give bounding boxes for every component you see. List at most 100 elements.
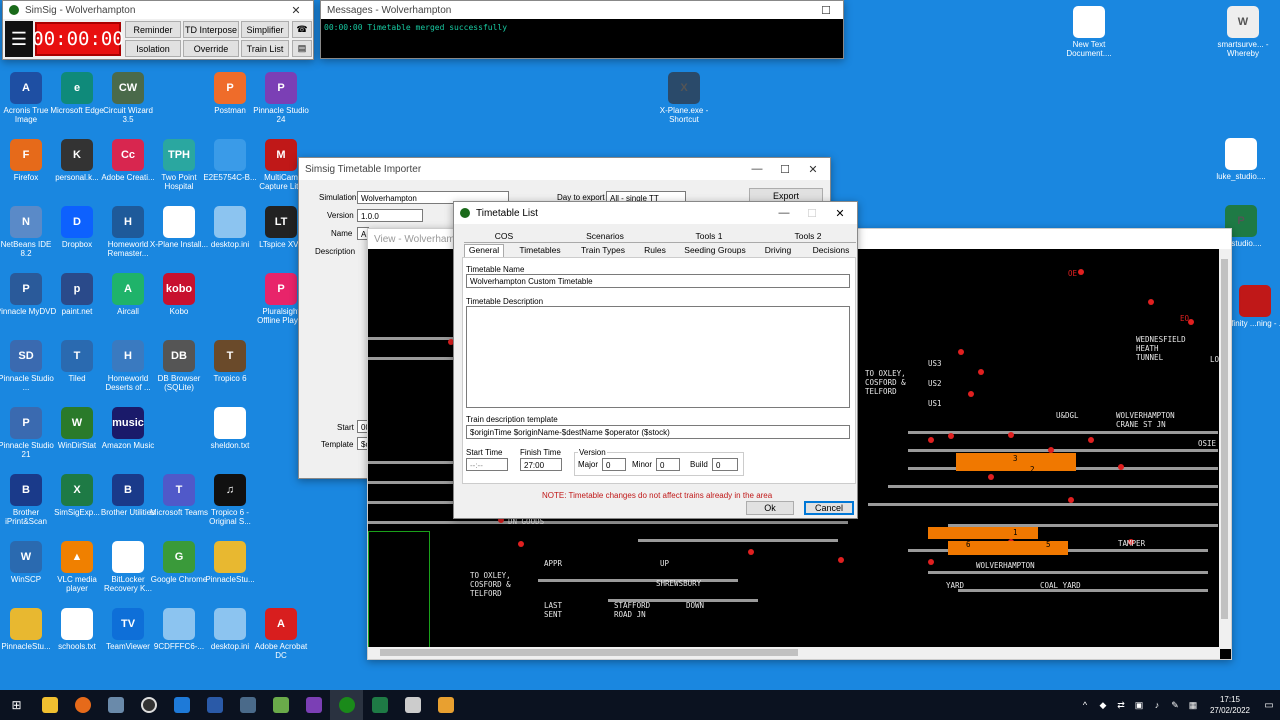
- phone-icon[interactable]: ☎: [292, 21, 312, 38]
- desktop-icon-label: PinnacleStu...: [205, 575, 255, 584]
- desktop-icon-label: Amazon Music: [101, 441, 155, 450]
- close-icon[interactable]: ✕: [802, 163, 824, 176]
- file-explorer-icon[interactable]: [33, 690, 66, 720]
- build-stepper[interactable]: 0: [712, 458, 738, 471]
- timetable-name-input[interactable]: Wolverhampton Custom Timetable: [466, 274, 850, 288]
- excel-icon[interactable]: [363, 690, 396, 720]
- minimize-icon[interactable]: —: [746, 163, 768, 175]
- xplane-icon[interactable]: [231, 690, 264, 720]
- desktop-icon[interactable]: X X-Plane.exe - Shortcut: [653, 72, 715, 124]
- start-icon[interactable]: ⊞: [0, 690, 33, 720]
- map-label-appr: APPR: [544, 559, 563, 568]
- tab-tools-1[interactable]: Tools 1: [664, 231, 754, 241]
- clock[interactable]: 17:15 27/02/2022: [1202, 694, 1258, 716]
- map-horizontal-scrollbar[interactable]: [368, 647, 1220, 659]
- tab-general[interactable]: General: [464, 244, 504, 257]
- map-label-oxley-top: TO OXLEY, COSFORD & TELFORD: [865, 369, 906, 396]
- major-stepper[interactable]: 0: [602, 458, 626, 471]
- timetable-description-textarea[interactable]: [466, 306, 850, 408]
- override-button[interactable]: Override: [183, 40, 239, 57]
- sim-clock[interactable]: 00:00:00: [32, 22, 124, 56]
- td-interpose-button[interactable]: TD Interpose: [183, 21, 239, 38]
- platform-1: [928, 527, 1038, 539]
- desktop-icon[interactable]: A Adobe Acrobat DC: [250, 608, 312, 660]
- desktop-icon[interactable]: New Text Document....: [1058, 6, 1120, 58]
- desktop-icon[interactable]: P Pinnacle Studio 24: [250, 72, 312, 124]
- teamviewer-tray-icon[interactable]: ⇄: [1112, 690, 1130, 720]
- app-icon: A: [265, 608, 297, 640]
- remote-desktop-icon[interactable]: [396, 690, 429, 720]
- desktop-icon[interactable]: sheldon.txt: [199, 407, 261, 450]
- visual-studio-code-icon[interactable]: [165, 690, 198, 720]
- signal: [948, 433, 954, 439]
- tab-scenarios[interactable]: Scenarios: [554, 231, 656, 241]
- notifications-icon[interactable]: ▭: [1258, 690, 1280, 720]
- tab-cos[interactable]: COS: [466, 231, 542, 241]
- simplifier-button[interactable]: Simplifier: [241, 21, 289, 38]
- map-vertical-scrollbar[interactable]: [1219, 249, 1231, 649]
- tab-tools-2[interactable]: Tools 2: [762, 231, 854, 241]
- track-segment: [368, 357, 458, 360]
- archive-icon[interactable]: [429, 690, 462, 720]
- tab-rules[interactable]: Rules: [640, 245, 670, 255]
- desktop-icon[interactable]: luke_studio....: [1210, 138, 1272, 181]
- train-list-button[interactable]: Train List: [241, 40, 289, 57]
- desktop-icon[interactable]: ♫ Tropico 6 - Original S...: [199, 474, 261, 526]
- map-label-stafford: STAFFORD ROAD JN: [614, 601, 651, 619]
- reminder-button[interactable]: Reminder: [125, 21, 181, 38]
- signal: [1078, 269, 1084, 275]
- tab-timetables[interactable]: Timetables: [514, 245, 566, 255]
- desktop-icon[interactable]: PinnacleStu...: [199, 541, 261, 584]
- network-tool-icon[interactable]: [99, 690, 132, 720]
- maximize-icon[interactable]: ☐: [774, 163, 796, 176]
- language-icon[interactable]: ▦: [1184, 690, 1202, 720]
- volume-icon[interactable]: ♪: [1148, 690, 1166, 720]
- app-icon: B: [10, 474, 42, 506]
- isolation-button[interactable]: Isolation: [125, 40, 181, 57]
- minimize-icon[interactable]: ☐: [815, 4, 837, 17]
- tab-driving[interactable]: Driving: [760, 245, 796, 255]
- desktop-icon[interactable]: Infinity ...ning - ...: [1224, 285, 1280, 328]
- simsig-logo-icon: [9, 5, 19, 15]
- finish-time-input[interactable]: 27:00: [520, 458, 562, 471]
- app-icon[interactable]: [132, 690, 165, 720]
- app-icon: K: [61, 139, 93, 171]
- start-time-input[interactable]: --:--: [466, 458, 508, 471]
- desktop-icon[interactable]: CW Circuit Wizard 3.5: [97, 72, 159, 124]
- simsig-taskbar-icon[interactable]: [330, 690, 363, 720]
- minimize-icon[interactable]: —: [773, 207, 795, 219]
- powershell-icon[interactable]: [198, 690, 231, 720]
- desktop-icon[interactable]: music Amazon Music: [97, 407, 159, 450]
- tab-decisions[interactable]: Decisions: [808, 245, 854, 255]
- close-icon[interactable]: ✕: [285, 4, 307, 17]
- desktop-icon[interactable]: T Tropico 6: [199, 340, 261, 383]
- dropbox-tray-icon[interactable]: ◆: [1094, 690, 1112, 720]
- track-segment: [888, 485, 1218, 488]
- app-icon: [214, 608, 246, 640]
- network-icon[interactable]: ▣: [1130, 690, 1148, 720]
- app-icon: P: [265, 72, 297, 104]
- pen-icon[interactable]: ✎: [1166, 690, 1184, 720]
- version-input[interactable]: 1.0.0: [357, 209, 423, 222]
- visual-studio-icon[interactable]: [297, 690, 330, 720]
- desktop-icon[interactable]: kobo Kobo: [148, 273, 210, 316]
- tab-seeding-groups[interactable]: Seeding Groups: [682, 245, 748, 255]
- ok-button[interactable]: Ok: [746, 501, 794, 515]
- chevron-up-icon[interactable]: ^: [1076, 690, 1094, 720]
- notepad-icon[interactable]: [264, 690, 297, 720]
- desktop-icon-label: Circuit Wizard 3.5: [103, 106, 153, 124]
- desktop-icon[interactable]: Wsmartsurve... - Whereby: [1212, 6, 1274, 58]
- app-icon: LT: [265, 206, 297, 238]
- cancel-button[interactable]: Cancel: [804, 501, 854, 515]
- close-icon[interactable]: ✕: [829, 207, 851, 220]
- printer-icon[interactable]: ▤: [292, 40, 312, 57]
- tab-train-types[interactable]: Train Types: [576, 245, 630, 255]
- app-icon: CW: [112, 72, 144, 104]
- app-icon: ▲: [61, 541, 93, 573]
- menu-icon[interactable]: ☰: [5, 21, 33, 57]
- desktop-icon-label: Pinnacle Studio 24: [253, 106, 309, 124]
- train-description-template-input[interactable]: $originTime $originName-$destName $opera…: [466, 425, 850, 439]
- train-description-template-label: Train description template: [466, 415, 558, 424]
- minor-stepper[interactable]: 0: [656, 458, 680, 471]
- firefox-icon[interactable]: [66, 690, 99, 720]
